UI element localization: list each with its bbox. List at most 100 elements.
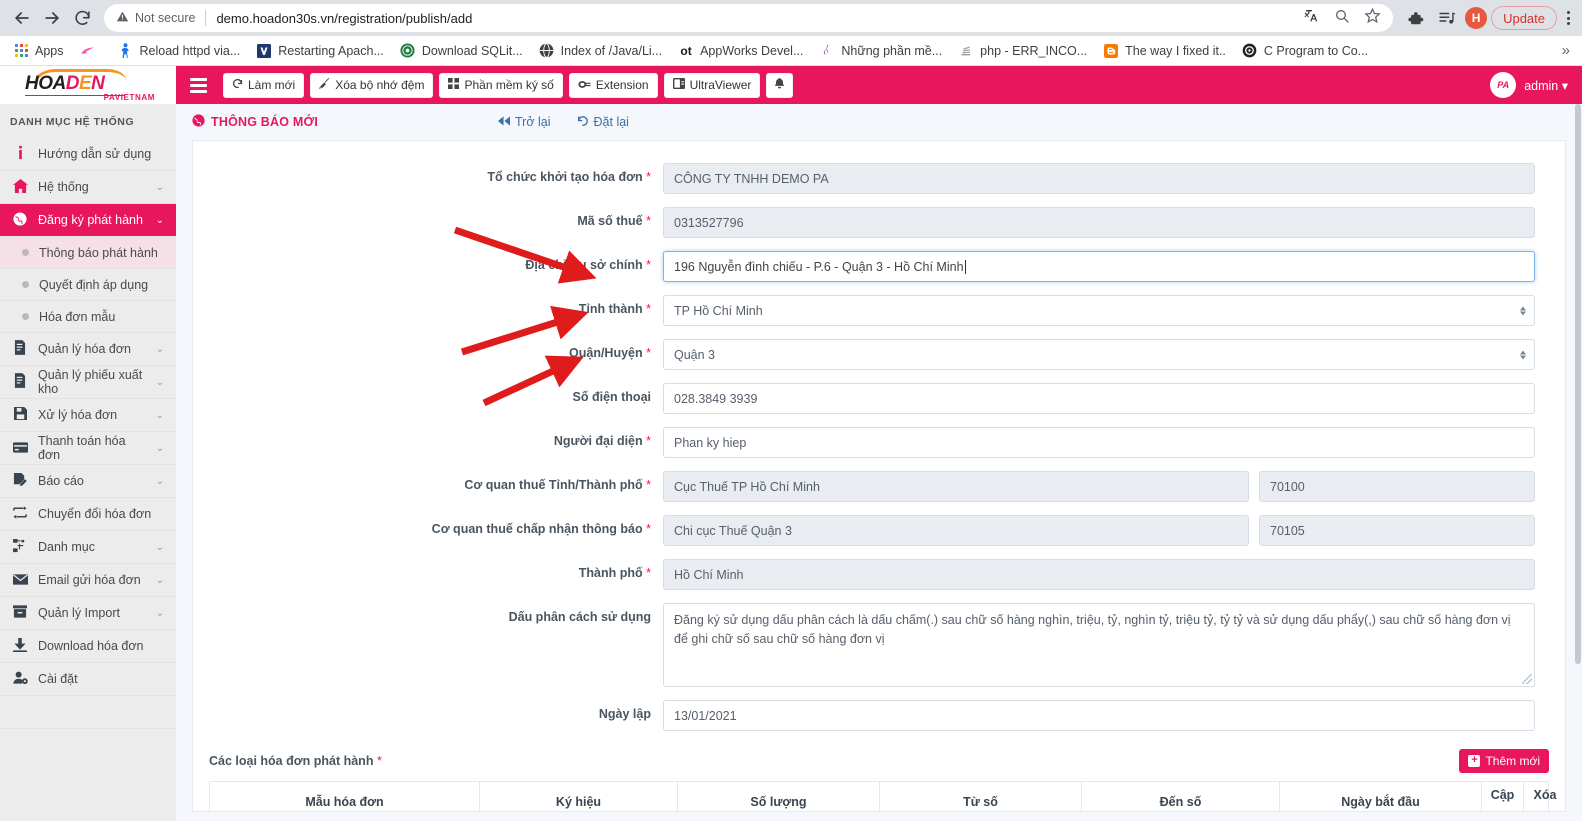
- extension-button[interactable]: Extension: [568, 72, 658, 98]
- sidebar-toggle-button[interactable]: [188, 74, 217, 97]
- select-spinner-icon: [1520, 350, 1526, 359]
- brand-logo[interactable]: HOADEN PAVIETNAM: [0, 66, 176, 104]
- page-actions: Trở lại Đặt lại: [498, 115, 629, 130]
- chrome-menu-button[interactable]: [1561, 11, 1576, 25]
- bookmark-the-way-i-fixed-it[interactable]: The way I fixed it..: [1096, 40, 1233, 62]
- update-button[interactable]: Update: [1491, 6, 1557, 30]
- clear-cache-button[interactable]: Xóa bộ nhớ đệm: [310, 72, 434, 98]
- warning-triangle-icon: [116, 10, 129, 26]
- accepting-tax-office-code-input[interactable]: 70105: [1259, 515, 1535, 546]
- sidebar-item-bao-cao[interactable]: Báo cáo ⌄: [0, 465, 176, 498]
- bookmark-download-sqlite[interactable]: Download SQLit...: [393, 40, 530, 62]
- user-menu-button[interactable]: admin ▾: [1524, 78, 1568, 93]
- province-tax-office-input[interactable]: Cục Thuế TP Hồ Chí Minh: [663, 471, 1249, 502]
- city-input[interactable]: Hồ Chí Minh: [663, 559, 1535, 590]
- accepting-tax-office-input[interactable]: Chi cục Thuế Quận 3: [663, 515, 1249, 546]
- province-tax-office-code-input[interactable]: 70100: [1259, 471, 1535, 502]
- district-select[interactable]: Quận 3: [663, 339, 1535, 370]
- sidebar-subitem-label: Quyết định áp dụng: [39, 277, 149, 292]
- column-header-xoa: Xóa: [1533, 788, 1557, 802]
- chevron-down-icon: ⌄: [155, 541, 164, 553]
- ot-icon: ot: [680, 43, 692, 58]
- undo-icon: [577, 115, 589, 130]
- sidebar-item-quan-ly-phieu-xuat-kho[interactable]: Quản lý phiếu xuất kho ⌄: [0, 366, 176, 399]
- sidebar-item-he-thong[interactable]: Hệ thống ⌄: [0, 171, 176, 204]
- notifications-button[interactable]: [766, 72, 794, 98]
- bookmarks-overflow-button[interactable]: »: [1562, 42, 1576, 59]
- topbar-user-area: PA admin ▾: [1490, 72, 1568, 98]
- required-marker: *: [646, 522, 651, 536]
- separator-textarea[interactable]: Đăng ký sử dụng dấu phân cách là dấu chấ…: [663, 603, 1535, 687]
- user-avatar[interactable]: PA: [1490, 72, 1517, 98]
- chrome-actions: H Update: [1401, 4, 1576, 32]
- bookmark-label: AppWorks Devel...: [700, 43, 804, 58]
- add-new-button[interactable]: + Thêm mới: [1459, 749, 1549, 773]
- extensions-puzzle-icon[interactable]: [1401, 4, 1429, 32]
- back-link[interactable]: Trở lại: [498, 115, 551, 129]
- bookmark-appworks[interactable]: ot AppWorks Devel...: [671, 40, 810, 62]
- sidebar-item-email-gui-hoa-don[interactable]: Email gửi hóa đơn ⌄: [0, 564, 176, 597]
- bookmark-restarting-apache[interactable]: Restarting Apach...: [249, 40, 391, 62]
- sidebar-item-huong-dan-su-dung[interactable]: Hướng dẫn sử dụng: [0, 138, 176, 171]
- omnibox[interactable]: Not secure demo.hoadon30s.vn/registratio…: [104, 4, 1394, 32]
- column-header-den-so: Đến số: [1082, 782, 1280, 811]
- logo-subtitle: PAVIETNAM: [103, 93, 155, 102]
- bookmark-nhung-phan-me[interactable]: Những phần mề...: [812, 40, 949, 62]
- sidebar-item-download-hoa-don[interactable]: Download hóa đơn: [0, 630, 176, 663]
- field-label: Dấu phân cách sử dụng: [508, 610, 651, 624]
- sidebar-item-xu-ly-hoa-don[interactable]: Xử lý hóa đơn ⌄: [0, 399, 176, 432]
- bookmark-php-err-inco[interactable]: php - ERR_INCO...: [951, 40, 1094, 62]
- bookmark-label: The way I fixed it..: [1125, 43, 1226, 58]
- sidebar-subitem-hoa-don-mau[interactable]: Hóa đơn mẫu: [0, 301, 176, 333]
- bookmark-label: C Program to Co...: [1263, 43, 1369, 58]
- field-row-co-quan-thue-chap-nhan: Cơ quan thuế chấp nhận thông báo * Chi c…: [223, 515, 1535, 546]
- page-title: THÔNG BÁO MỚI: [192, 114, 318, 130]
- media-list-icon[interactable]: [1433, 4, 1461, 32]
- created-date-input[interactable]: 13/01/2021: [663, 700, 1535, 731]
- search-icon[interactable]: [1334, 8, 1350, 29]
- sidebar-filler-row: [0, 696, 176, 729]
- ultraviewer-button[interactable]: UltraViewer: [663, 72, 761, 98]
- profile-avatar[interactable]: H: [1465, 7, 1488, 29]
- reload-button[interactable]: [68, 4, 96, 32]
- sidebar-item-quan-ly-hoa-don[interactable]: Quản lý hóa đơn ⌄: [0, 333, 176, 366]
- not-secure-indicator[interactable]: Not secure: [116, 10, 195, 26]
- sidebar-item-thanh-toan-hoa-don[interactable]: Thanh toán hóa đơn ⌄: [0, 432, 176, 465]
- sidebar-item-quan-ly-import[interactable]: Quản lý Import ⌄: [0, 597, 176, 630]
- resize-grip-icon[interactable]: [1522, 674, 1532, 684]
- button-label: Làm mới: [248, 78, 296, 92]
- home-icon: [12, 178, 28, 196]
- translate-icon[interactable]: [1304, 8, 1320, 29]
- sidebar-item-chuyen-doi-hoa-don[interactable]: Chuyển đổi hóa đơn: [0, 498, 176, 531]
- sidebar-subitem-thong-bao-phat-hanh[interactable]: Thông báo phát hành: [0, 237, 176, 269]
- chevron-down-icon: ⌄: [155, 181, 164, 193]
- bookmark-reload-httpd[interactable]: Reload httpd via...: [111, 40, 248, 62]
- province-select[interactable]: TP Hồ Chí Minh: [663, 295, 1535, 326]
- scrollbar-thumb[interactable]: [1575, 104, 1581, 664]
- field-row-ma-so-thue: Mã số thuế * 0313527796: [223, 207, 1535, 238]
- representative-input[interactable]: Phan ky hiep: [663, 427, 1535, 458]
- digital-signature-software-button[interactable]: Phần mềm ký số: [439, 72, 563, 98]
- back-button[interactable]: [8, 4, 36, 32]
- bookmark-c-program-to-co[interactable]: C Program to Co...: [1235, 40, 1375, 62]
- field-label: Quận/Huyện *: [569, 346, 651, 360]
- sidebar-item-danh-muc[interactable]: Danh mục ⌄: [0, 531, 176, 564]
- reset-link[interactable]: Đặt lại: [577, 115, 629, 130]
- refresh-button[interactable]: Làm mới: [223, 72, 305, 98]
- head-office-address-input[interactable]: 196 Nguyễn đình chiếu - P.6 - Quận 3 - H…: [663, 251, 1535, 282]
- sidebar-item-cai-dat[interactable]: Cài đặt: [0, 663, 176, 696]
- tax-code-input[interactable]: 0313527796: [663, 207, 1535, 238]
- bookmark-pink[interactable]: [73, 40, 109, 62]
- invoice-table-header-row: Các loại hóa đơn phát hành * + Thêm mới: [193, 744, 1565, 773]
- bookmark-star-icon[interactable]: [1364, 7, 1381, 29]
- forward-button[interactable]: [38, 4, 66, 32]
- bookmark-index-of-java[interactable]: Index of /Java/Li...: [532, 40, 669, 62]
- column-header-mau-hoa-don: Mẫu hóa đơn: [210, 782, 480, 811]
- content-scrollbar[interactable]: [1574, 104, 1582, 821]
- sidebar-subitem-quyet-dinh-ap-dung[interactable]: Quyết định áp dụng: [0, 269, 176, 301]
- bookmark-label: Download SQLit...: [421, 43, 523, 58]
- bookmark-apps[interactable]: Apps: [6, 40, 71, 62]
- organization-name-input[interactable]: CÔNG TY TNHH DEMO PA: [663, 163, 1535, 194]
- sidebar-item-dang-ky-phat-hanh[interactable]: Đăng ký phát hành ⌄: [0, 204, 176, 237]
- phone-input[interactable]: 028.3849 3939: [663, 383, 1535, 414]
